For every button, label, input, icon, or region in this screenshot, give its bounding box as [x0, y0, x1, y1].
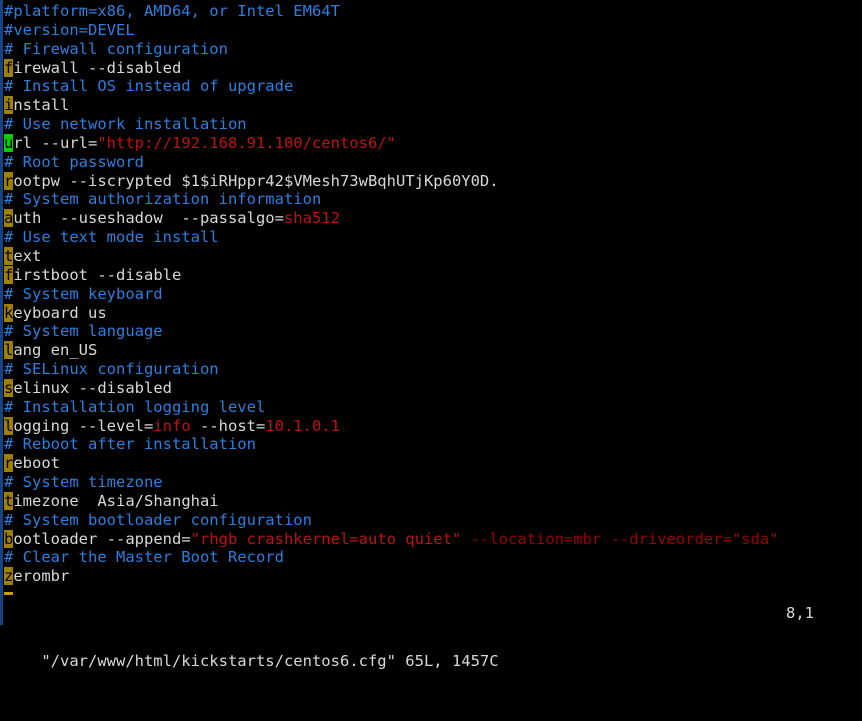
text-line[interactable]: # Root password	[4, 153, 862, 172]
text-segment: erombr	[13, 567, 70, 586]
text-segment: imezone Asia/Shanghai	[13, 491, 219, 510]
text-line[interactable]: timezone Asia/Shanghai	[4, 491, 862, 511]
text-segment: ootloader --append=	[13, 529, 191, 548]
text-segment: uth --useshadow --passalgo=	[13, 209, 284, 228]
text-segment: # Clear the Master Boot Record	[4, 548, 284, 567]
text-line[interactable]: keyboard us	[4, 303, 862, 323]
text-line[interactable]: # System timezone	[4, 473, 862, 492]
text-line[interactable]: #version=DEVEL	[4, 21, 862, 40]
text-segment: ootpw --iscrypted $1$iRHppr42$VMesh73wBq…	[13, 171, 499, 190]
text-segment: rl --url=	[13, 133, 98, 152]
vim-text-buffer[interactable]: #platform=x86, AMD64, or Intel EM64T #ver…	[0, 0, 862, 588]
text-segment: ext	[13, 246, 42, 265]
status-cursor-position: 8,1	[786, 604, 814, 622]
text-line[interactable]: logging --level=info --host=10.1.0.1	[4, 416, 862, 436]
text-line[interactable]: auth --useshadow --passalgo=sha512	[4, 209, 862, 228]
text-line[interactable]: # System keyboard	[4, 285, 862, 304]
text-segment: 10.1.0.1	[265, 416, 340, 435]
text-line[interactable]: firstboot --disable	[4, 265, 862, 285]
highlighted-keyword-char: f	[4, 265, 14, 284]
text-segment: # Install OS instead of upgrade	[4, 77, 294, 96]
text-line[interactable]: # Install OS instead of upgrade	[4, 77, 862, 96]
highlighted-keyword-char: i	[4, 96, 14, 115]
text-segment: # Installation logging level	[4, 397, 266, 416]
text-segment: # Use text mode install	[4, 228, 219, 247]
text-segment: # SELinux configuration	[4, 360, 219, 379]
text-segment: # System language	[4, 322, 163, 341]
status-filename: "/var/www/html/kickstarts/centos6.cfg"	[41, 652, 396, 670]
highlighted-keyword-char: k	[4, 303, 14, 322]
text-segment: eyboard us	[13, 303, 107, 322]
text-line[interactable]: # System authorization information	[4, 190, 862, 209]
highlighted-keyword-char: t	[4, 491, 14, 510]
text-segment: "rhgb crashkernel=auto quiet"	[190, 529, 462, 548]
text-line[interactable]: install	[4, 96, 862, 115]
text-segment: irstboot --disable	[13, 265, 182, 284]
cursor-column-marker	[4, 592, 13, 595]
status-file-info: 65L, 1457C	[405, 652, 499, 670]
highlighted-keyword-char: r	[4, 454, 14, 473]
text-line[interactable]: firewall --disabled	[4, 58, 862, 78]
text-line[interactable]: lang en_US	[4, 341, 862, 360]
highlighted-keyword-char: s	[4, 378, 14, 397]
text-segment: ogging --level=	[13, 416, 154, 435]
text-line[interactable]: # Use network installation	[4, 115, 862, 134]
highlighted-keyword-char: t	[4, 246, 14, 265]
text-line[interactable]: text	[4, 246, 862, 266]
text-segment: irewall --disabled	[13, 58, 182, 77]
text-segment: #platform=x86, AMD64, or Intel EM64T	[4, 2, 340, 20]
highlighted-keyword-char: l	[4, 416, 14, 435]
text-line[interactable]: #platform=x86, AMD64, or Intel EM64T	[4, 2, 862, 21]
text-line[interactable]: # Use text mode install	[4, 228, 862, 247]
text-segment: nstall	[13, 96, 70, 115]
text-segment: --host=	[190, 416, 266, 435]
text-segment: --location=mbr --driveorder="sda"	[461, 529, 779, 548]
text-line[interactable]: # Reboot after installation	[4, 435, 862, 454]
text-line[interactable]: zerombr	[4, 567, 862, 586]
text-line[interactable]: bootloader --append="rhgb crashkernel=au…	[4, 529, 862, 549]
text-line[interactable]: # Firewall configuration	[4, 40, 862, 59]
highlighted-keyword-char: f	[4, 58, 14, 77]
text-line[interactable]: url --url="http://192.168.91.100/centos6…	[4, 133, 862, 153]
text-segment: # System bootloader configuration	[4, 510, 312, 529]
text-segment: # Firewall configuration	[4, 39, 228, 58]
text-segment: ang en_US	[13, 341, 98, 360]
text-segment: # System timezone	[4, 473, 163, 492]
highlighted-keyword-char: l	[4, 341, 14, 360]
highlighted-keyword-char: a	[4, 209, 14, 228]
text-segment: # System keyboard	[4, 284, 163, 303]
text-line[interactable]: selinux --disabled	[4, 378, 862, 398]
terminal-window[interactable]: #platform=x86, AMD64, or Intel EM64T #ver…	[0, 0, 862, 670]
text-segment: # Reboot after installation	[4, 435, 256, 454]
text-segment: # Root password	[4, 152, 144, 171]
text-segment: info	[153, 416, 191, 435]
status-separator	[396, 652, 405, 670]
text-segment: sha512	[283, 209, 340, 228]
text-segment: #version=DEVEL	[4, 20, 135, 39]
vim-status-line: "/var/www/html/kickstarts/centos6.cfg" 6…	[0, 592, 862, 670]
text-line[interactable]: # System bootloader configuration	[4, 511, 862, 530]
text-segment: eboot	[13, 454, 61, 473]
text-line[interactable]: reboot	[4, 454, 862, 473]
text-segment: elinux --disabled	[13, 378, 172, 397]
text-line[interactable]: # Clear the Master Boot Record	[4, 548, 862, 567]
text-line[interactable]: # System language	[4, 322, 862, 341]
text-line[interactable]: # SELinux configuration	[4, 360, 862, 379]
highlighted-keyword-char: r	[4, 171, 14, 190]
text-segment: # System authorization information	[4, 190, 322, 209]
text-segment: # Use network installation	[4, 115, 247, 134]
highlighted-keyword-char: z	[4, 567, 14, 586]
text-cursor: u	[4, 133, 14, 152]
text-segment: "http://192.168.91.100/centos6/"	[97, 133, 396, 152]
text-line[interactable]: rootpw --iscrypted $1$iRHppr42$VMesh73wB…	[4, 171, 862, 191]
highlighted-keyword-char: b	[4, 529, 14, 548]
text-line[interactable]: # Installation logging level	[4, 398, 862, 417]
